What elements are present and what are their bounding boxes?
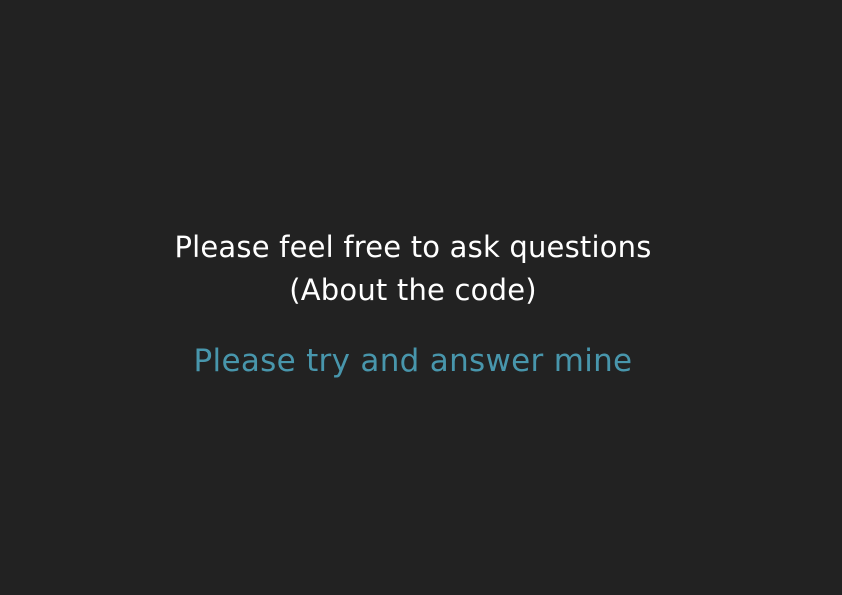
heading-line-1: Please feel free to ask questions bbox=[174, 230, 652, 264]
heading-line-2: (About the code) bbox=[289, 273, 537, 307]
slide: Please feel free to ask questions (About… bbox=[0, 0, 842, 595]
slide-subheading: Please try and answer mine bbox=[193, 343, 633, 379]
slide-heading: Please feel free to ask questions (About… bbox=[0, 226, 826, 312]
